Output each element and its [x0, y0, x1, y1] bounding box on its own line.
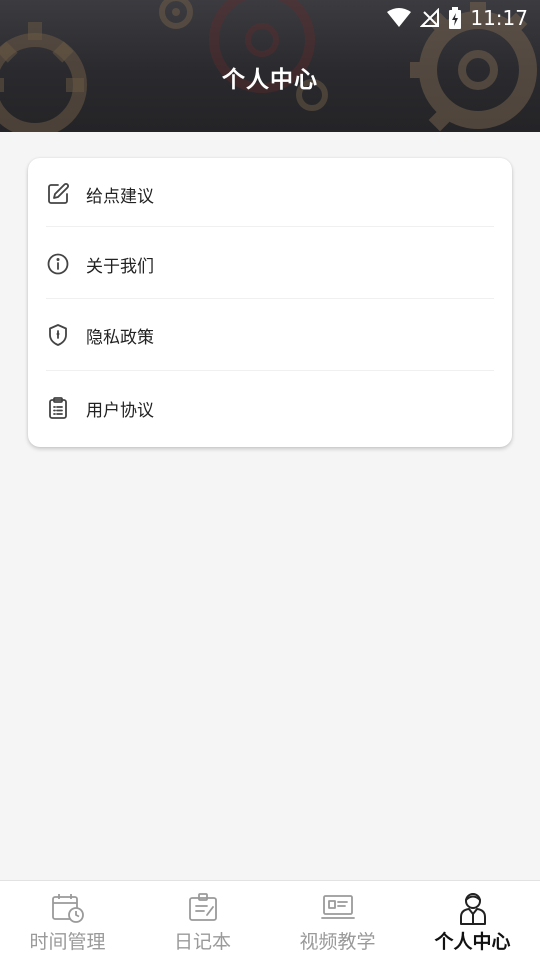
nav-item-diary[interactable]: 日记本 — [135, 881, 270, 961]
nav-label: 日记本 — [173, 931, 231, 953]
menu-item-privacy[interactable]: 隐私政策 — [46, 299, 494, 371]
menu-item-feedback[interactable]: 给点建议 — [46, 158, 494, 230]
nav-item-time-management[interactable]: 时间管理 — [0, 881, 135, 961]
nav-label: 视频教学 — [299, 931, 376, 953]
header: 11:17 个人中心 — [0, 0, 540, 132]
menu-item-label: 给点建议 — [86, 186, 154, 207]
person-icon — [456, 891, 490, 925]
edit-icon — [46, 182, 70, 206]
page-title: 个人中心 — [222, 67, 318, 93]
monitor-icon — [320, 891, 355, 925]
nav-item-personal-center[interactable]: 个人中心 — [405, 881, 540, 961]
nav-item-video-tutorial[interactable]: 视频教学 — [270, 881, 405, 961]
clipboard-icon — [46, 396, 70, 420]
wifi-icon — [387, 8, 412, 27]
calendar-clock-icon — [51, 891, 85, 925]
info-icon — [46, 252, 70, 276]
divider — [46, 370, 494, 371]
no-signal-icon — [420, 8, 440, 27]
menu-item-label: 隐私政策 — [86, 327, 154, 348]
status-time: 11:17 — [470, 6, 528, 30]
battery-icon — [449, 7, 462, 29]
menu-item-about[interactable]: 关于我们 — [46, 228, 494, 300]
menu-item-label: 关于我们 — [86, 256, 154, 277]
nav-label: 个人中心 — [434, 931, 511, 953]
bottom-nav: 时间管理 日记本 视频教学 个人中心 — [0, 880, 540, 961]
divider — [46, 226, 494, 227]
settings-card: 给点建议 关于我们 隐私政策 用户协议 — [28, 158, 512, 447]
status-bar: 11:17 — [386, 4, 528, 32]
nav-label: 时间管理 — [29, 931, 106, 953]
notebook-icon — [186, 891, 220, 925]
shield-icon — [46, 323, 70, 347]
menu-item-user-agreement[interactable]: 用户协议 — [46, 372, 494, 444]
menu-item-label: 用户协议 — [86, 400, 154, 421]
